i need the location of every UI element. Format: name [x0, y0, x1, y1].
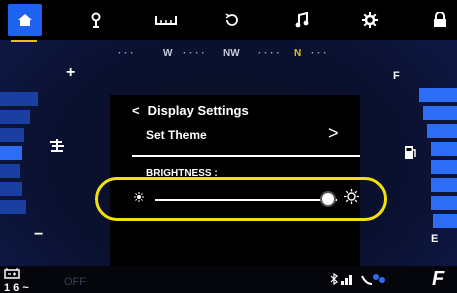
fuel-pump-icon	[404, 144, 418, 163]
right-gauge-bar	[431, 160, 457, 174]
sun-large-icon	[344, 189, 359, 209]
left-gauge-bar	[0, 200, 26, 214]
divider	[132, 155, 360, 157]
right-gauge-bar	[433, 214, 457, 228]
coolant-temp-icon	[48, 138, 66, 159]
left-gauge-bar	[0, 128, 24, 142]
compass-nw: NW	[223, 48, 240, 59]
gear-icon[interactable]	[350, 0, 390, 40]
right-gauge-bar	[431, 178, 457, 192]
fuel-empty-label: E	[431, 233, 439, 245]
brightness-slider-track[interactable]	[155, 199, 337, 201]
compass-strip: · · · W · · · · NW · · · · N · · ·	[118, 48, 327, 59]
compass-w: W	[163, 48, 173, 59]
temp-plus-label: +	[66, 64, 76, 81]
temp-minus-label: −	[34, 226, 44, 243]
fuel-full-label: F	[393, 70, 400, 82]
left-gauge-bar	[0, 164, 20, 178]
lock-icon[interactable]	[420, 0, 457, 40]
gear-indicator: F	[432, 268, 445, 290]
compass-n: N	[294, 48, 302, 59]
left-gauge-bar	[0, 110, 30, 124]
infotainment-screen: · · · W · · · · NW · · · · N · · · + − F…	[0, 0, 457, 293]
right-gauge-bar	[427, 124, 457, 138]
right-gauge-bar	[431, 142, 457, 156]
location-pin-icon[interactable]	[76, 0, 116, 40]
music-icon[interactable]	[282, 0, 322, 40]
phone-icon	[360, 274, 386, 288]
panel-title: Display Settings	[147, 102, 249, 118]
brightness-slider-handle[interactable]	[319, 191, 336, 207]
right-gauge-bar	[419, 88, 457, 102]
left-gauge-bar	[0, 92, 38, 106]
top-nav-bar	[0, 0, 457, 40]
range-readout: 1 6 ~	[4, 282, 29, 293]
bluetooth-icon	[330, 272, 341, 288]
home-icon[interactable]	[8, 4, 42, 36]
chevron-right-icon[interactable]: >	[328, 123, 339, 144]
left-gauge-bar	[0, 182, 22, 196]
left-gauge-bar	[0, 146, 22, 160]
battery-icon	[4, 268, 29, 282]
signal-icon	[341, 275, 360, 288]
off-indicator: OFF	[64, 276, 86, 288]
right-gauge-bar	[423, 106, 457, 120]
sun-small-icon	[134, 192, 144, 205]
tire-icon[interactable]	[146, 0, 186, 40]
back-button[interactable]: <	[132, 103, 140, 118]
sync-icon[interactable]	[212, 0, 252, 40]
active-tab-indicator	[11, 40, 37, 42]
right-gauge-bar	[431, 196, 457, 210]
set-theme-option[interactable]: Set Theme	[146, 128, 207, 142]
